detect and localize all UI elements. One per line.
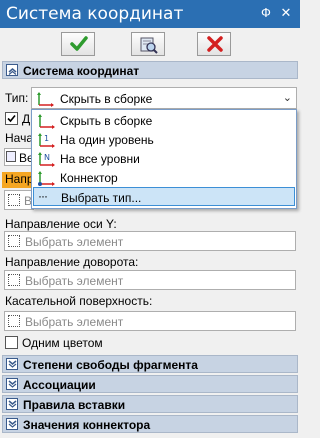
axes-icon bbox=[37, 92, 54, 107]
type-select[interactable]: Скрыть в сборке ⌄ bbox=[31, 87, 297, 109]
rotation-placeholder: Выбрать элемент bbox=[25, 274, 124, 288]
preview-button[interactable] bbox=[131, 32, 165, 56]
axes-icon bbox=[38, 114, 55, 129]
select-element-icon bbox=[8, 194, 20, 206]
rotation-input[interactable]: Выбрать элемент bbox=[4, 270, 296, 290]
axis-y-placeholder: Выбрать элемент bbox=[25, 235, 124, 249]
section-label: Ассоциации bbox=[23, 378, 96, 392]
expand-icon[interactable] bbox=[6, 398, 18, 410]
expand-icon[interactable] bbox=[6, 418, 18, 430]
connector-icon bbox=[38, 171, 55, 186]
expand-icon[interactable] bbox=[6, 378, 18, 390]
dropdown-item-label: На один уровень bbox=[60, 133, 154, 147]
pin-icon[interactable]: Ф bbox=[258, 5, 274, 21]
chevron-down-icon[interactable]: ⌄ bbox=[283, 91, 292, 104]
cancel-button[interactable] bbox=[197, 32, 231, 56]
axis-y-label: Направление оси Y: bbox=[5, 217, 117, 231]
toolbar bbox=[0, 28, 300, 60]
tangent-input[interactable]: Выбрать элемент bbox=[4, 311, 296, 331]
tangent-placeholder: Выбрать элемент bbox=[25, 315, 124, 329]
select-element-icon bbox=[8, 235, 20, 247]
window-title: Система координат bbox=[6, 4, 184, 24]
direction-x-label: Напра bbox=[2, 172, 40, 188]
one-color-checkbox[interactable] bbox=[5, 336, 18, 349]
dropdown-item-choose-type[interactable]: ··· Выбрать тип... bbox=[33, 187, 295, 206]
checkmark-icon bbox=[70, 36, 88, 51]
dropdown-item-all-levels[interactable]: N На все уровни bbox=[33, 149, 295, 168]
checkbox-d-label: Д bbox=[22, 112, 31, 126]
dropdown-item-label: На все уровни bbox=[60, 152, 140, 166]
svg-text:N: N bbox=[44, 153, 50, 162]
type-select-value: Скрыть в сборке bbox=[60, 92, 153, 106]
collapse-icon[interactable] bbox=[6, 64, 18, 76]
section-connector-values[interactable]: Значения коннектора bbox=[2, 415, 298, 433]
svg-text:1: 1 bbox=[44, 134, 49, 143]
vertex-icon bbox=[6, 151, 16, 162]
rotation-label: Направление доворота: bbox=[5, 255, 139, 269]
tangent-label: Касательной поверхность: bbox=[5, 294, 153, 308]
axes-one-level-icon: 1 bbox=[38, 133, 55, 148]
type-dropdown: Скрыть в сборке 1 На один уровень N На в… bbox=[31, 109, 297, 209]
section-label: Система координат bbox=[23, 64, 140, 78]
section-freedom[interactable]: Степени свободы фрагмента bbox=[2, 355, 298, 373]
ok-button[interactable] bbox=[61, 32, 95, 56]
axis-y-input[interactable]: Выбрать элемент bbox=[4, 231, 296, 251]
origin-button[interactable]: Ве bbox=[4, 148, 34, 166]
title-bar: Система координат Ф ✕ bbox=[0, 0, 300, 28]
expand-icon[interactable] bbox=[6, 358, 18, 370]
dropdown-item-connector[interactable]: Коннектор bbox=[33, 168, 295, 187]
type-label: Тип: bbox=[5, 91, 29, 105]
axes-all-levels-icon: N bbox=[38, 152, 55, 167]
section-label: Значения коннектора bbox=[23, 418, 151, 432]
select-element-icon bbox=[8, 274, 20, 286]
section-coord-system[interactable]: Система координат bbox=[2, 61, 298, 79]
close-icon[interactable]: ✕ bbox=[278, 5, 294, 21]
dropdown-item-label: Коннектор bbox=[60, 171, 118, 185]
checkbox-d[interactable] bbox=[5, 112, 18, 125]
dropdown-item-label: Выбрать тип... bbox=[61, 191, 142, 205]
one-color-label: Одним цветом bbox=[22, 336, 103, 350]
preview-icon bbox=[140, 37, 158, 54]
direction-x-input[interactable]: Вы bbox=[4, 190, 41, 210]
section-label: Степени свободы фрагмента bbox=[23, 358, 198, 372]
dropdown-item-label: Скрыть в сборке bbox=[60, 114, 153, 128]
ellipsis-icon: ··· bbox=[38, 189, 48, 203]
section-associations[interactable]: Ассоциации bbox=[2, 375, 298, 393]
dropdown-item-hide[interactable]: Скрыть в сборке bbox=[33, 111, 295, 130]
section-insert-rules[interactable]: Правила вставки bbox=[2, 395, 298, 413]
dropdown-item-one-level[interactable]: 1 На один уровень bbox=[33, 130, 295, 149]
cancel-icon bbox=[207, 36, 223, 52]
section-label: Правила вставки bbox=[23, 398, 126, 412]
select-element-icon bbox=[8, 315, 20, 327]
